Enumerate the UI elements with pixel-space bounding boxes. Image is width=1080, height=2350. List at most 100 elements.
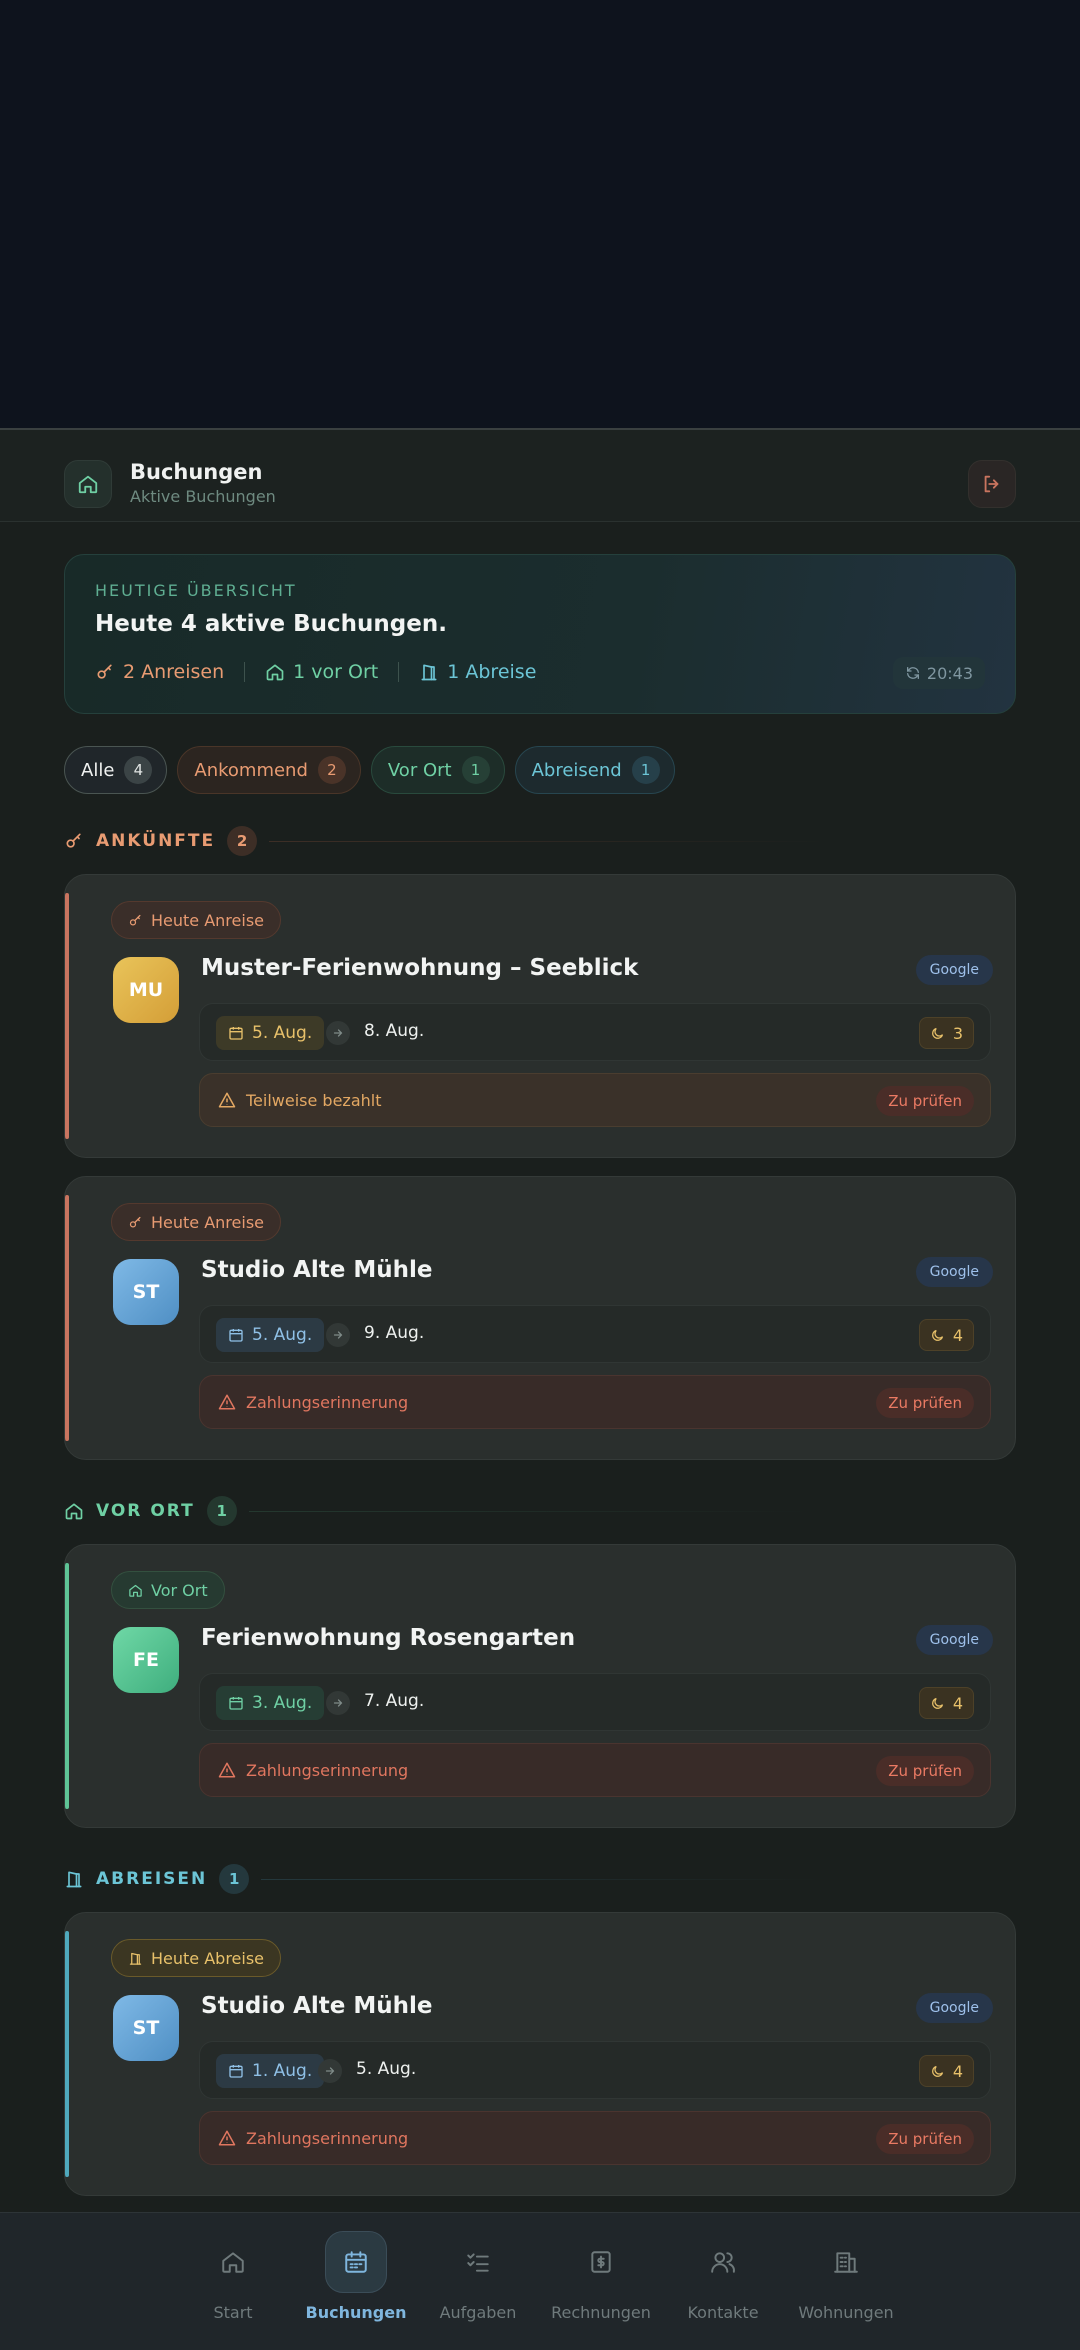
arrival-date-label: 5. Aug.: [252, 1325, 313, 1345]
key-icon: [97, 664, 112, 679]
arrow-right-icon: [326, 1691, 350, 1715]
filter-ankommend[interactable]: Ankommend 2: [177, 746, 361, 794]
nights-badge: 3: [918, 1017, 974, 1049]
booking-card[interactable]: Heute Abreise ST Studio Alte Mühle Googl…: [64, 1912, 1016, 2196]
tag-label: Vor Ort: [151, 1580, 208, 1600]
page-subtitle: Aktive Buchungen: [130, 487, 276, 506]
card-stripe: [65, 1195, 69, 1441]
onsite-stat: 1 vor Ort: [265, 661, 378, 683]
payment-warning: Zahlungserinnerung Zu prüfen: [199, 2111, 991, 2165]
building-icon: [815, 2231, 877, 2293]
avatar: FE: [113, 1627, 179, 1693]
section-count: 2: [227, 826, 258, 856]
status-area: [0, 0, 1080, 428]
review-button[interactable]: Zu prüfen: [876, 1388, 974, 1418]
arrival-date: 5. Aug.: [216, 1016, 325, 1050]
payment-warning: Zahlungserinnerung Zu prüfen: [199, 1375, 991, 1429]
booking-title: Ferienwohnung Rosengarten: [201, 1625, 576, 1651]
calendar-icon: [229, 1329, 243, 1342]
filter-label: Ankommend: [194, 759, 308, 781]
filter-vor-ort[interactable]: Vor Ort 1: [370, 746, 505, 794]
booking-card[interactable]: Vor Ort FE Ferienwohnung Rosengarten Goo…: [64, 1544, 1016, 1828]
source-badge: Google: [915, 1257, 993, 1287]
arrow-right-icon: [318, 2059, 342, 2083]
arrival-date-label: 3. Aug.: [252, 1693, 313, 1713]
nav-label: Start: [213, 2303, 253, 2322]
home-icon: [266, 664, 284, 681]
warning-label: Teilweise bezahlt: [246, 1090, 382, 1110]
warning-icon: [218, 2130, 236, 2146]
arrivals-stat-label: 2 Anreisen: [123, 661, 225, 683]
departure-date: 5. Aug.: [356, 2059, 417, 2079]
filter-abreisend[interactable]: Abreisend 1: [514, 746, 675, 794]
logout-icon: [984, 475, 999, 493]
review-button[interactable]: Zu prüfen: [876, 1086, 974, 1116]
card-stripe: [65, 1931, 69, 2177]
warning-icon: [218, 1092, 236, 1108]
nav-kontakte[interactable]: Kontakte: [663, 2231, 783, 2341]
booking-card[interactable]: Heute Anreise ST Studio Alte Mühle Googl…: [64, 1176, 1016, 1460]
section-departures: ABREISEN 1: [64, 1864, 1016, 1894]
avatar: MU: [113, 957, 179, 1023]
door-icon: [129, 1952, 142, 1965]
filter-bar: Alle 4 Ankommend 2 Vor Ort 1 Abreisend 1: [64, 746, 675, 794]
nav-aufgaben[interactable]: Aufgaben: [418, 2231, 538, 2341]
app-screen: Buchungen Aktive Buchungen HEUTIGE ÜBERS…: [0, 428, 1080, 2350]
filter-count: 2: [317, 756, 346, 784]
section-onsite: VOR ORT 1: [64, 1496, 1016, 1526]
filter-count: 1: [461, 756, 490, 784]
booking-card[interactable]: Heute Anreise MU Muster-Ferienwohnung – …: [64, 874, 1016, 1158]
filter-all[interactable]: Alle 4: [64, 746, 168, 794]
home-icon[interactable]: [64, 460, 112, 508]
departures-stat-label: 1 Abreise: [447, 661, 537, 683]
moon-icon: [931, 1027, 943, 1039]
nights-count: 4: [952, 1693, 963, 1713]
nav-rechnungen[interactable]: Rechnungen: [541, 2231, 661, 2341]
door-icon: [421, 664, 437, 681]
home-icon: [65, 1503, 83, 1520]
app-header: Buchungen Aktive Buchungen: [0, 430, 1080, 522]
nights-badge: 4: [918, 1687, 974, 1719]
section-divider: [269, 840, 830, 842]
arrow-right-icon: [326, 1021, 350, 1045]
stat-divider: [244, 662, 246, 682]
nav-buchungen[interactable]: Buchungen: [296, 2231, 416, 2341]
section-label: ANKÜNFTE: [96, 831, 216, 851]
section-label: ABREISEN: [96, 1869, 208, 1889]
calendar-icon: [229, 1697, 243, 1710]
filter-label: Abreisend: [531, 759, 622, 781]
calendar-icon: [229, 1027, 243, 1040]
nav-label: Wohnungen: [798, 2303, 894, 2322]
arrow-right-icon: [326, 1323, 350, 1347]
moon-icon: [931, 2065, 943, 2077]
arrival-date: 3. Aug.: [216, 1686, 325, 1720]
stat-divider: [398, 662, 400, 682]
overview-card: HEUTIGE ÜBERSICHT Heute 4 aktive Buchung…: [64, 554, 1016, 714]
booking-title: Studio Alte Mühle: [201, 1993, 433, 2019]
departures-stat: 1 Abreise: [419, 661, 536, 683]
nav-start[interactable]: Start: [173, 2231, 293, 2341]
refresh-icon: [906, 667, 919, 679]
filter-count: 4: [124, 756, 153, 784]
door-icon: [66, 1871, 82, 1888]
payment-warning: Zahlungserinnerung Zu prüfen: [199, 1743, 991, 1797]
warning-label: Zahlungserinnerung: [246, 2128, 409, 2148]
onsite-stat-label: 1 vor Ort: [293, 661, 379, 683]
moon-icon: [931, 1329, 943, 1341]
departure-date: 8. Aug.: [364, 1021, 425, 1041]
moon-icon: [931, 1697, 943, 1709]
tag-label: Heute Anreise: [151, 1212, 264, 1232]
logout-button[interactable]: [968, 460, 1016, 508]
tag-label: Heute Anreise: [151, 910, 264, 930]
refresh-time[interactable]: 20:43: [892, 657, 985, 689]
nav-wohnungen[interactable]: Wohnungen: [786, 2231, 906, 2341]
departure-date: 7. Aug.: [364, 1691, 425, 1711]
nights-count: 4: [952, 2061, 963, 2081]
home-icon: [129, 1584, 142, 1597]
key-icon: [129, 1216, 141, 1227]
card-stripe: [65, 1563, 69, 1809]
nights-count: 3: [952, 1023, 963, 1043]
date-range: 5. Aug. 8. Aug. 3: [199, 1003, 991, 1061]
review-button[interactable]: Zu prüfen: [876, 1756, 974, 1786]
review-button[interactable]: Zu prüfen: [876, 2124, 974, 2154]
